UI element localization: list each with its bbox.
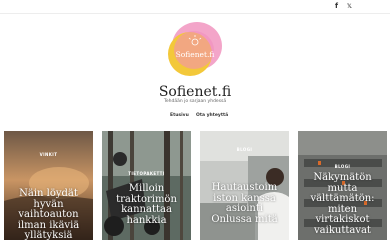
- post-card[interactable]: VINKIT Näin löydät hyvän vaihtoauton ilm…: [4, 131, 93, 240]
- post-card[interactable]: BLOGI Hautaustoim iston kanssa asiointi …: [200, 131, 289, 240]
- post-title[interactable]: Hautaustoim iston kanssa asiointi Onluss…: [206, 182, 283, 225]
- twitter-icon[interactable]: 𝕏: [347, 3, 352, 10]
- site-tagline: Tehdään jo sarjaan yhdessä: [163, 99, 227, 104]
- logo-text: Sofienet.fi: [175, 50, 215, 59]
- nav-item-home[interactable]: Etusivu: [170, 113, 189, 118]
- post-title[interactable]: Näin löydät hyvän vaihtoauton ilman ikäv…: [10, 188, 87, 240]
- post-category[interactable]: TIETOPAKETTI: [102, 171, 191, 176]
- post-card[interactable]: TIETOPAKETTI Milloin traktorimön kannatt…: [102, 131, 191, 240]
- post-title[interactable]: Milloin traktorimön kannattaa hankkia: [108, 183, 185, 226]
- nav-item-contact[interactable]: Ota yhteyttä: [196, 113, 228, 118]
- post-category[interactable]: BLOGI: [298, 164, 387, 169]
- site-title[interactable]: Sofienet.fi: [0, 84, 390, 100]
- post-category[interactable]: VINKIT: [4, 152, 93, 157]
- post-card[interactable]: BLOGI Näkymätön mutta välttämätön: miten…: [298, 131, 387, 240]
- top-bar: f 𝕏: [0, 0, 390, 14]
- post-category[interactable]: BLOGI: [200, 147, 289, 152]
- site-logo[interactable]: Sofienet.fi: [164, 20, 226, 82]
- facebook-icon[interactable]: f: [335, 2, 338, 10]
- post-title[interactable]: Näkymätön mutta välttämätön: miten virta…: [304, 172, 381, 236]
